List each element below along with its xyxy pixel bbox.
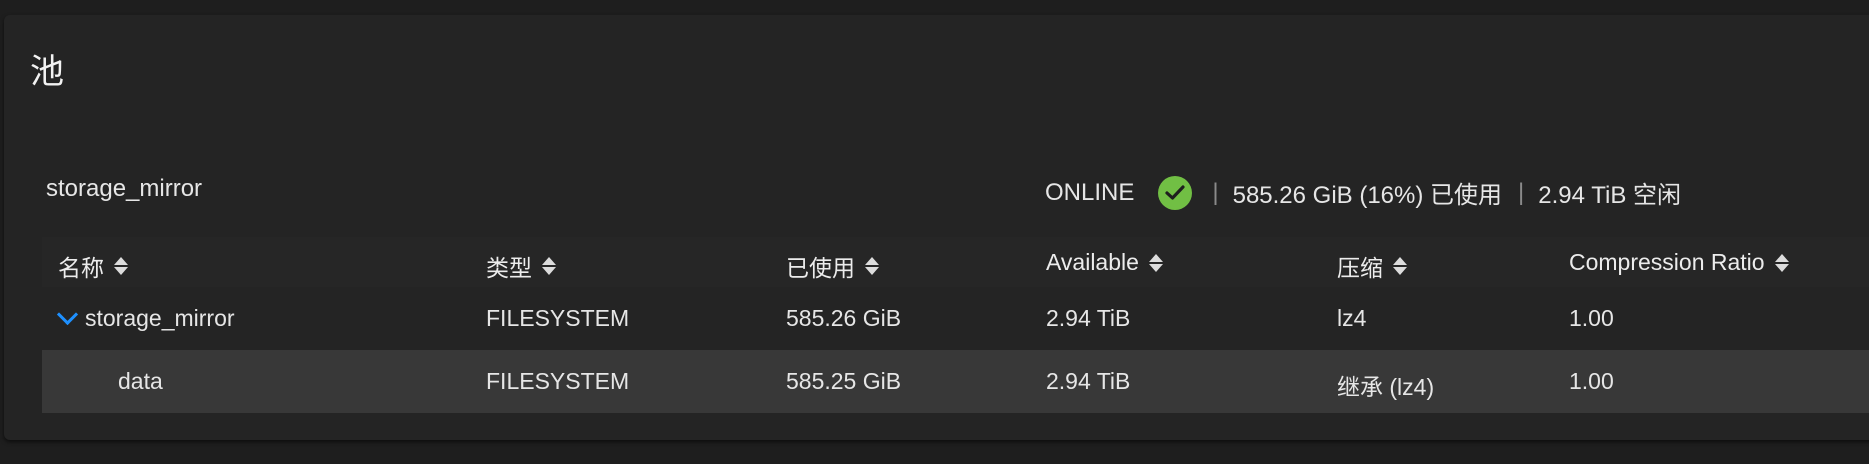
column-header-compression[interactable]: 压缩 (1337, 249, 1407, 283)
column-header-compression-ratio[interactable]: Compression Ratio (1569, 249, 1789, 276)
sort-icon (542, 256, 556, 276)
check-circle-icon (1158, 175, 1193, 210)
dataset-compression-cell: lz4 (1337, 305, 1367, 331)
dataset-type-cell: FILESYSTEM (486, 368, 630, 394)
pool-name: storage_mirror (46, 175, 203, 202)
pool-header: storage_mirror ONLINE | 585.26 GiB (16%)… (4, 165, 1869, 215)
pool-free: 2.94 TiB 空闲 (1538, 182, 1681, 209)
sort-icon (114, 256, 128, 276)
dataset-available-cell: 2.94 TiB (1046, 305, 1131, 331)
sort-icon (865, 256, 879, 276)
pool-status: ONLINE | 585.26 GiB (16%) 已使用 | 2.94 TiB… (1045, 175, 1681, 210)
dataset-type-cell: FILESYSTEM (486, 305, 630, 331)
dataset-used-cell: 585.25 GiB (786, 368, 902, 394)
dataset-ratio-cell: 1.00 (1569, 305, 1614, 331)
status-separator: | (1212, 178, 1219, 206)
column-header-name[interactable]: 名称 (58, 249, 128, 283)
sort-icon (1393, 256, 1407, 276)
dataset-compression-cell: 继承 (lz4) (1337, 374, 1435, 400)
table-row[interactable]: storage_mirror FILESYSTEM 585.26 GiB 2.9… (42, 287, 1869, 350)
page-title: 池 (30, 53, 64, 91)
table-header: 名称 类型 已使用 Available 压缩 Compression Ratio (42, 237, 1869, 287)
pool-used: 585.26 GiB (16%) 已使用 (1232, 182, 1503, 209)
column-header-available[interactable]: Available (1046, 249, 1163, 276)
dataset-table: 名称 类型 已使用 Available 压缩 Compression Ratio… (42, 237, 1869, 413)
dataset-name-cell: data (118, 368, 163, 394)
dataset-used-cell: 585.26 GiB (786, 305, 902, 331)
sort-icon (1148, 253, 1163, 273)
dataset-name-cell: storage_mirror (56, 303, 235, 332)
dataset-available-cell: 2.94 TiB (1046, 368, 1131, 394)
table-row[interactable]: data FILESYSTEM 585.25 GiB 2.94 TiB 继承 (… (42, 350, 1869, 413)
dataset-ratio-cell: 1.00 (1569, 368, 1614, 394)
chevron-down-icon[interactable] (56, 303, 79, 326)
column-header-used[interactable]: 已使用 (786, 249, 879, 283)
status-separator: | (1518, 178, 1525, 206)
column-header-type[interactable]: 类型 (486, 249, 556, 283)
sort-icon (1774, 253, 1789, 273)
pool-status-text: ONLINE (1045, 178, 1135, 206)
